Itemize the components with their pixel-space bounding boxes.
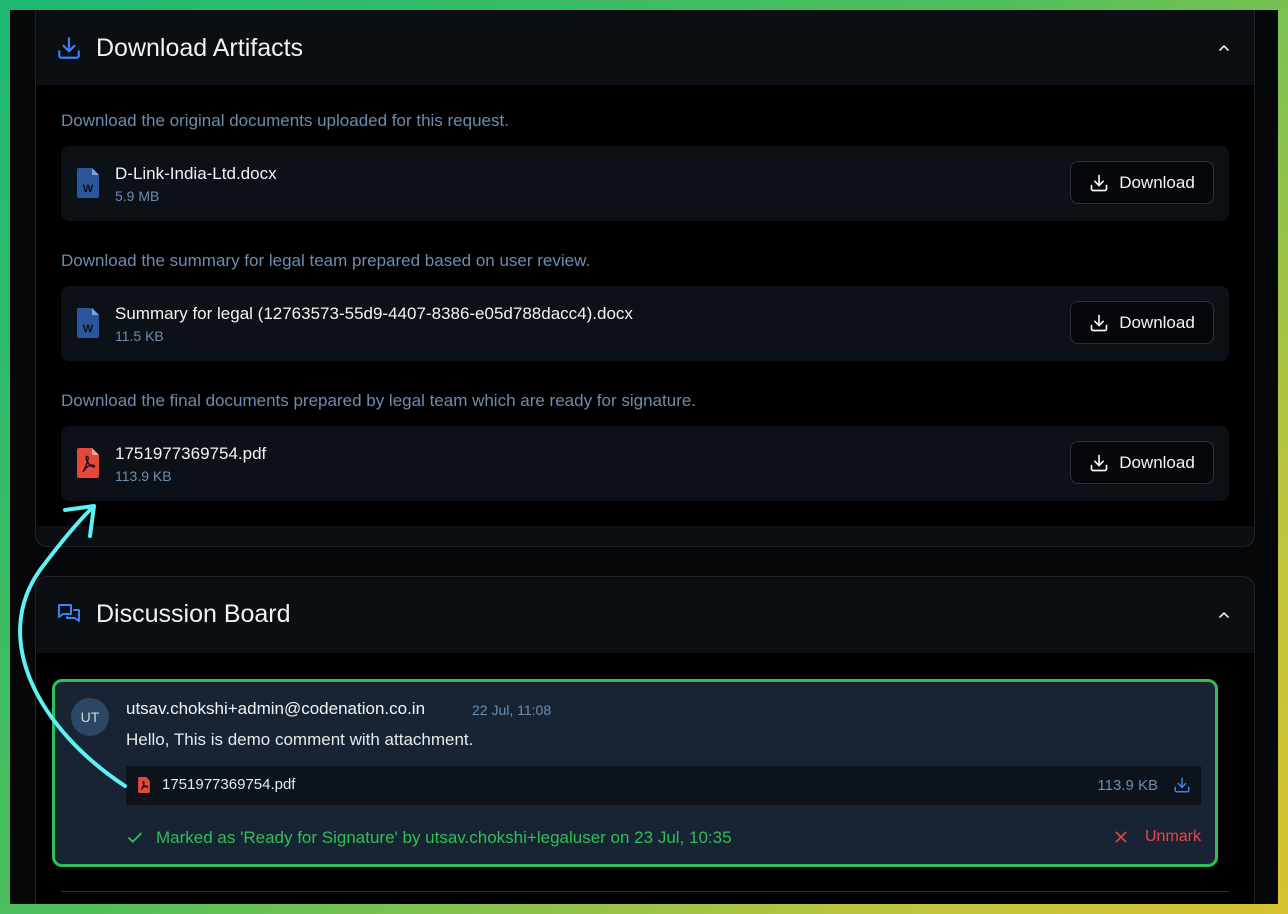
- download-button[interactable]: Download: [1070, 441, 1214, 484]
- close-icon: [1115, 831, 1127, 843]
- download-artifacts-header[interactable]: Download Artifacts: [36, 10, 1254, 85]
- section-description: Download the final documents prepared by…: [61, 391, 697, 410]
- screen: Download Artifacts Download the original…: [10, 10, 1278, 904]
- comment-card: UT utsav.chokshi+admin@codenation.co.in …: [52, 679, 1218, 867]
- section-description: Download the summary for legal team prep…: [61, 251, 591, 270]
- pdf-file-icon: [77, 448, 99, 478]
- svg-text:W: W: [83, 323, 94, 335]
- download-icon: [58, 37, 80, 59]
- status-text: Marked as 'Ready for Signature' by utsav…: [156, 828, 732, 847]
- file-row: 1751977369754.pdf 113.9 KB Download: [61, 426, 1229, 501]
- download-icon: [1090, 314, 1108, 331]
- comment-attachment: 1751977369754.pdf 113.9 KB: [126, 766, 1201, 805]
- download-artifacts-title: Download Artifacts: [96, 34, 304, 62]
- avatar: UT: [71, 698, 109, 736]
- comment-time: 22 Jul, 11:08: [472, 702, 552, 718]
- word-file-icon: W: [77, 308, 99, 338]
- download-button[interactable]: Download: [1070, 161, 1214, 204]
- comment-author: utsav.chokshi+admin@codenation.co.in: [126, 699, 426, 718]
- file-row: W D-Link-India-Ltd.docx 5.9 MB Download: [61, 146, 1229, 221]
- file-size: 5.9 MB: [115, 188, 160, 204]
- download-artifacts-card: Download Artifacts Download the original…: [35, 10, 1255, 547]
- download-icon[interactable]: [1173, 776, 1191, 794]
- discussion-board-header[interactable]: Discussion Board: [36, 577, 1254, 653]
- discussion-board-body: UT utsav.chokshi+admin@codenation.co.in …: [36, 653, 1254, 904]
- discussion-board-title: Discussion Board: [96, 600, 291, 628]
- attachment-name: 1751977369754.pdf: [162, 776, 296, 793]
- file-name: 1751977369754.pdf: [115, 444, 267, 463]
- attachment-size: 113.9 KB: [1097, 777, 1158, 794]
- file-size: 113.9 KB: [115, 468, 172, 484]
- section-description: Download the original documents uploaded…: [61, 111, 509, 130]
- check-icon: [128, 832, 142, 843]
- download-icon: [1090, 174, 1108, 191]
- download-icon: [1090, 454, 1108, 471]
- svg-text:W: W: [83, 183, 94, 195]
- chat-bubbles-icon: [58, 604, 80, 622]
- word-file-icon: W: [77, 168, 99, 198]
- download-button-label: Download: [1119, 312, 1195, 332]
- pdf-file-icon: [138, 777, 150, 793]
- file-size: 11.5 KB: [115, 328, 164, 344]
- download-button[interactable]: Download: [1070, 301, 1214, 344]
- download-artifacts-body: Download the original documents uploaded…: [36, 85, 1254, 526]
- file-row: W Summary for legal (12763573-55d9-4407-…: [61, 286, 1229, 361]
- download-button-label: Download: [1119, 452, 1195, 472]
- file-name: Summary for legal (12763573-55d9-4407-83…: [115, 304, 633, 323]
- chevron-up-icon[interactable]: [1216, 40, 1232, 56]
- divider: [61, 891, 1229, 892]
- file-name: D-Link-India-Ltd.docx: [115, 164, 277, 183]
- chevron-up-icon[interactable]: [1216, 607, 1232, 623]
- ready-for-signature-status: Marked as 'Ready for Signature' by utsav…: [126, 828, 732, 848]
- unmark-button[interactable]: Unmark: [1113, 828, 1201, 846]
- discussion-board-card: Discussion Board UT utsav.chokshi+admin@…: [35, 576, 1255, 904]
- download-button-label: Download: [1119, 172, 1195, 192]
- comment-text: Hello, This is demo comment with attachm…: [126, 730, 474, 749]
- unmark-label: Unmark: [1144, 828, 1201, 845]
